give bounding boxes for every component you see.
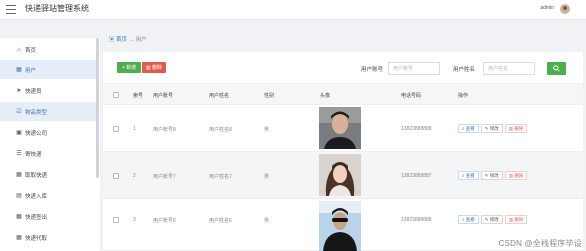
main-content: + 新增 ▥ 删除 用户账号 用户账号 用户姓名 用户姓名 索号 用户账号 用户… — [103, 52, 583, 251]
watermark: CSDN @全栈程序毕设 — [498, 239, 582, 248]
row-checkbox[interactable] — [113, 126, 119, 132]
col-phone: 电话号码 — [401, 93, 422, 99]
send-icon: ➤ — [16, 87, 22, 94]
sidebar-item-checkout[interactable]: ▦ 快递签出 — [0, 207, 97, 226]
search-icon — [553, 65, 560, 72]
row-checkbox[interactable] — [113, 217, 119, 223]
row-phone: 13823888887 — [401, 173, 432, 179]
sidebar-item-label: 取取快递 — [25, 172, 48, 179]
view-button[interactable]: ⌕ 查看 — [458, 215, 479, 224]
row-index: 3 — [133, 217, 136, 223]
col-account: 用户账号 — [153, 93, 174, 99]
sidebar-item-label: 寄快递 — [25, 151, 42, 158]
table-row: 1 用户账号8 用户姓名8 男 13823888888 ⌕ 查看 ✎ 修改 ▥ … — [103, 105, 583, 152]
search-name-label: 用户姓名 — [453, 67, 476, 73]
app-title: 快递驿站管理系统 — [25, 4, 89, 13]
breadcrumb-separator: → — [128, 37, 135, 43]
row-name: 用户姓名6 — [209, 218, 232, 224]
checkbox-icon: ☑ — [16, 108, 22, 115]
sidebar-item-label: 物品类型 — [25, 109, 48, 116]
sidebar-item-express-companies[interactable]: ▣ 快递公司 — [0, 123, 97, 142]
search-account-label: 用户账号 — [361, 67, 384, 73]
sidebar-item-label: 首页 — [25, 47, 37, 54]
sidebar-scrollbar[interactable] — [96, 38, 99, 178]
remove-button[interactable]: ▥ 删除 — [504, 215, 528, 224]
col-actions: 操作 — [458, 93, 469, 99]
grid-icon: ▦ — [16, 66, 22, 73]
sidebar-item-send-express[interactable]: ☰ 寄快递 — [0, 144, 97, 163]
user-photo[interactable] — [319, 107, 361, 149]
row-checkbox[interactable] — [113, 173, 119, 179]
row-account: 用户账号6 — [153, 218, 176, 224]
row-gender: 男 — [264, 127, 270, 133]
breadcrumb: ▣ 首页 → 用户 — [109, 35, 147, 43]
username[interactable]: admin — [540, 5, 554, 11]
sidebar: ⌂ 首页 ▦ 用户 ➤ 快递员 ☑ 物品类型 ▣ 快递公司 ☰ 寄快递 ▦ 取取… — [0, 38, 100, 251]
edit-button[interactable]: ✎ 修改 — [480, 215, 503, 224]
grid-icon: ▦ — [16, 171, 22, 178]
row-index: 2 — [133, 173, 136, 179]
col-index: 索号 — [133, 93, 144, 99]
sidebar-item-label: 快递代取 — [25, 235, 48, 242]
row-phone: 13823888888 — [401, 126, 432, 132]
sidebar-item-pickup[interactable]: ▦ 取取快递 — [0, 165, 97, 184]
sidebar-item-inbound[interactable]: ▤ 快递入库 — [0, 186, 97, 205]
view-button[interactable]: ⌕ 查看 — [458, 171, 479, 180]
list-icon: ☰ — [16, 150, 22, 157]
sidebar-item-label: 快递公司 — [25, 130, 48, 137]
breadcrumb-home[interactable]: ▣ 首页 — [109, 37, 127, 43]
remove-button[interactable]: ▥ 删除 — [504, 171, 528, 180]
search-name-input[interactable]: 用户姓名 — [483, 62, 535, 75]
row-account: 用户账号7 — [153, 174, 176, 180]
chat-icon: ▣ — [16, 129, 22, 136]
row-actions: ⌕ 查看 ✎ 修改 ▥ 删除 — [458, 124, 528, 133]
breadcrumb-current: 用户 — [135, 37, 147, 43]
row-actions: ⌕ 查看 ✎ 修改 ▥ 删除 — [458, 171, 528, 180]
row-name: 用户姓名7 — [209, 174, 232, 180]
grid-icon: ▦ — [16, 213, 22, 220]
top-bar: 快递驿站管理系统 admin — [0, 0, 586, 20]
col-avatar: 头像 — [320, 93, 331, 99]
search-account-input[interactable]: 用户账号 — [388, 62, 440, 75]
edit-button[interactable]: ✎ 修改 — [480, 171, 503, 180]
avatar[interactable] — [560, 4, 570, 14]
col-name: 用户姓名 — [209, 93, 230, 99]
sidebar-item-label: 快递员 — [25, 88, 42, 95]
chart-icon: ▤ — [16, 192, 22, 199]
table-row: 2 用户账号7 用户姓名7 男 13823888887 ⌕ 查看 ✎ 修改 ▥ … — [103, 152, 583, 199]
row-name: 用户姓名8 — [209, 127, 232, 133]
row-phone: 13823888888 — [401, 217, 432, 223]
sidebar-item-label: 用户 — [25, 67, 37, 74]
sidebar-item-proxy-pickup[interactable]: ▦ 快递代取 — [0, 228, 97, 247]
sidebar-item-item-types[interactable]: ☑ 物品类型 — [0, 102, 97, 121]
row-actions: ⌕ 查看 ✎ 修改 ▥ 删除 — [458, 215, 528, 224]
user-photo[interactable] — [319, 201, 361, 251]
sidebar-item-label: 快递签出 — [25, 214, 48, 221]
home-icon: ⌂ — [17, 46, 21, 53]
view-button[interactable]: ⌕ 查看 — [458, 124, 479, 133]
sidebar-item-label: 快递入库 — [25, 193, 48, 200]
row-gender: 男 — [264, 218, 270, 224]
row-account: 用户账号8 — [153, 127, 176, 133]
search-button[interactable] — [547, 62, 566, 75]
remove-button[interactable]: ▥ 删除 — [504, 124, 528, 133]
edit-button[interactable]: ✎ 修改 — [480, 124, 503, 133]
row-index: 1 — [133, 126, 136, 132]
sidebar-item-users[interactable]: ▦ 用户 — [0, 60, 97, 79]
delete-button[interactable]: ▥ 删除 — [142, 62, 166, 73]
col-gender: 性别 — [264, 93, 275, 99]
sidebar-item-couriers[interactable]: ➤ 快递员 — [0, 81, 97, 100]
grid-icon: ▦ — [16, 234, 22, 241]
user-photo[interactable] — [319, 154, 361, 196]
select-all-checkbox[interactable] — [113, 92, 119, 98]
row-gender: 男 — [264, 174, 270, 180]
add-button[interactable]: + 新增 — [117, 62, 141, 73]
table-header: 索号 用户账号 用户姓名 性别 头像 电话号码 操作 — [103, 83, 583, 105]
sidebar-item-home[interactable]: ⌂ 首页 — [0, 40, 97, 59]
menu-toggle-icon[interactable] — [6, 5, 16, 14]
